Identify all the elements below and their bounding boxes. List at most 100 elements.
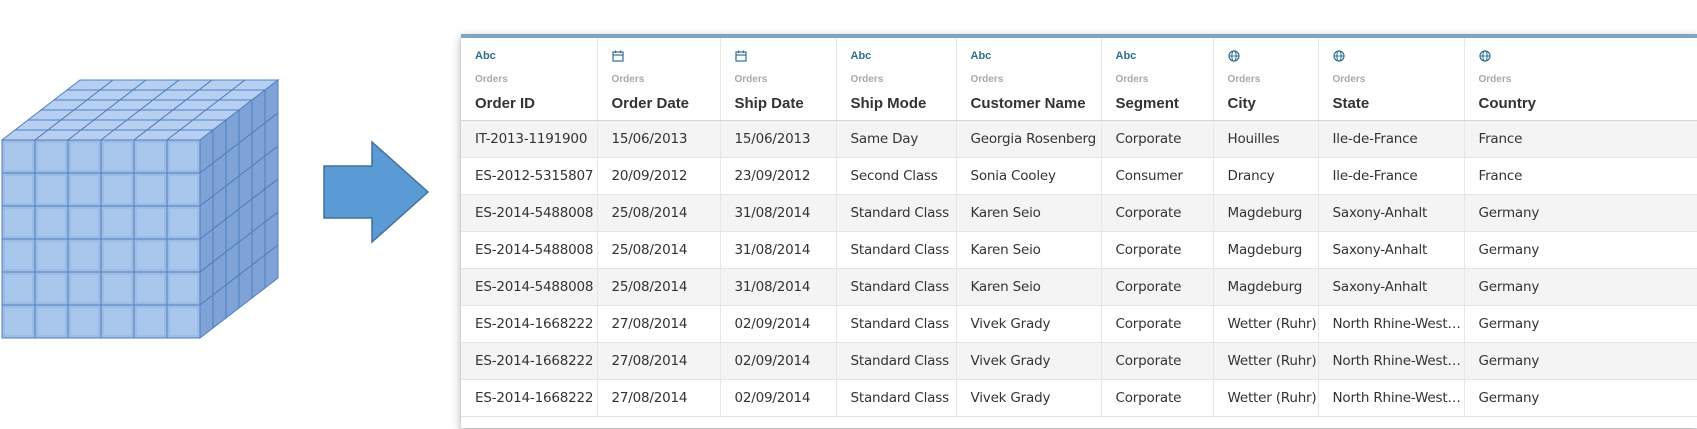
string-type-icon: Abc — [475, 50, 496, 62]
table-cell[interactable]: Standard Class — [836, 194, 957, 232]
table-cell[interactable]: Wetter (Ruhr) — [1213, 342, 1319, 380]
table-row[interactable]: ES-2014-1668222 27/08/2014 02/09/2014 Stand… — [461, 305, 1697, 343]
table-cell[interactable]: Ile-de-France — [1318, 120, 1465, 158]
column-header[interactable]: Abc Orders Customer Name — [956, 38, 1102, 121]
table-row[interactable]: ES-2014-1668222 27/08/2014 02/09/2014 Stand… — [461, 342, 1697, 380]
column-header[interactable]: Abc Orders Ship Mode — [836, 38, 957, 121]
table-cell[interactable]: Saxony-Anhalt — [1318, 268, 1465, 306]
table-cell[interactable]: Magdeburg — [1213, 231, 1319, 269]
cube-cell-highlight — [5, 143, 32, 170]
table-cell[interactable]: 02/09/2014 — [720, 379, 837, 417]
cube-cell-highlight — [137, 209, 164, 236]
table-cell[interactable]: Corporate — [1101, 379, 1214, 417]
column-header[interactable]: Abc Orders Segment — [1101, 38, 1214, 121]
table-row[interactable]: IT-2013-1191900 15/06/2013 15/06/2013 Same … — [461, 120, 1697, 158]
table-cell[interactable]: Germany — [1464, 379, 1697, 417]
table-cell[interactable]: Karen Seio — [956, 231, 1102, 269]
table-cell[interactable]: 02/09/2014 — [720, 342, 837, 380]
table-cell[interactable]: Wetter (Ruhr) — [1213, 305, 1319, 343]
table-cell[interactable]: 15/06/2013 — [720, 120, 837, 158]
table-cell[interactable]: Corporate — [1101, 194, 1214, 232]
table-cell[interactable]: Same Day — [836, 120, 957, 158]
table-cell[interactable]: Corporate — [1101, 268, 1214, 306]
table-cell[interactable]: 25/08/2014 — [597, 268, 721, 306]
table-cell[interactable]: France — [1464, 120, 1697, 158]
table-cell[interactable]: 23/09/2012 — [720, 157, 837, 195]
table-cell[interactable]: Houilles — [1213, 120, 1319, 158]
column-name: Order Date — [611, 95, 690, 112]
table-cell[interactable]: Germany — [1464, 231, 1697, 269]
table-cell[interactable]: Vivek Grady — [956, 379, 1102, 417]
cube-cell-highlight — [170, 308, 197, 335]
table-cell[interactable]: 20/09/2012 — [597, 157, 721, 195]
table-cell[interactable]: ES-2014-5488008 — [461, 268, 598, 306]
table-cell[interactable]: 27/08/2014 — [597, 305, 721, 343]
table-cell[interactable]: Germany — [1464, 305, 1697, 343]
table-cell[interactable]: ES-2014-5488008 — [461, 231, 598, 269]
table-cell[interactable]: Karen Seio — [956, 194, 1102, 232]
table-cell[interactable]: Sonia Cooley — [956, 157, 1102, 195]
table-cell[interactable]: Second Class — [836, 157, 957, 195]
table-cell[interactable]: Saxony-Anhalt — [1318, 231, 1465, 269]
table-cell[interactable]: Ile-de-France — [1318, 157, 1465, 195]
table-cell[interactable]: 27/08/2014 — [597, 342, 721, 380]
table-cell[interactable]: Standard Class — [836, 379, 957, 417]
table-cell[interactable]: Germany — [1464, 268, 1697, 306]
table-cell[interactable]: Consumer — [1101, 157, 1214, 195]
table-cell[interactable]: Standard Class — [836, 342, 957, 380]
table-cell[interactable]: Standard Class — [836, 305, 957, 343]
table-row[interactable]: ES-2014-5488008 25/08/2014 31/08/2014 Stand… — [461, 268, 1697, 306]
table-cell[interactable]: Standard Class — [836, 268, 957, 306]
table-cell[interactable]: Corporate — [1101, 342, 1214, 380]
cube-cell-highlight — [104, 143, 131, 170]
column-header[interactable]: Orders Country — [1464, 38, 1697, 121]
table-row[interactable]: ES-2014-5488008 25/08/2014 31/08/2014 Stand… — [461, 231, 1697, 269]
table-cell[interactable]: ES-2014-5488008 — [461, 194, 598, 232]
cube-cell-highlight — [71, 308, 98, 335]
table-cell[interactable]: Germany — [1464, 194, 1697, 232]
table-cell[interactable]: ES-2014-1668222 — [461, 305, 598, 343]
table-cell[interactable]: 02/09/2014 — [720, 305, 837, 343]
column-header[interactable]: Orders Ship Date — [720, 38, 837, 121]
table-cell[interactable]: Corporate — [1101, 231, 1214, 269]
table-cell[interactable]: Standard Class — [836, 231, 957, 269]
column-header[interactable]: Orders State — [1318, 38, 1465, 121]
table-row[interactable]: ES-2014-1668222 27/08/2014 02/09/2014 Stand… — [461, 379, 1697, 417]
table-cell[interactable]: 31/08/2014 — [720, 194, 837, 232]
table-cell[interactable]: Karen Seio — [956, 268, 1102, 306]
column-header[interactable]: Orders Order Date — [597, 38, 721, 121]
table-cell[interactable]: Saxony-Anhalt — [1318, 194, 1465, 232]
table-cell[interactable]: Magdeburg — [1213, 268, 1319, 306]
table-cell[interactable]: Vivek Grady — [956, 342, 1102, 380]
table-cell[interactable]: 25/08/2014 — [597, 194, 721, 232]
table-cell[interactable]: ES-2012-5315807 — [461, 157, 598, 195]
table-cell[interactable]: North Rhine-Westpha... — [1318, 342, 1465, 380]
table-cell[interactable]: France — [1464, 157, 1697, 195]
table-cell[interactable]: Drancy — [1213, 157, 1319, 195]
column-header[interactable]: Orders City — [1213, 38, 1319, 121]
cube-cell-highlight — [104, 242, 131, 269]
table-cell[interactable]: Germany — [1464, 342, 1697, 380]
table-cell[interactable]: Wetter (Ruhr) — [1213, 379, 1319, 417]
table-cell[interactable]: 25/08/2014 — [597, 231, 721, 269]
table-cell[interactable]: Georgia Rosenberg — [956, 120, 1102, 158]
cube-cell-highlight — [170, 143, 197, 170]
table-cell[interactable]: Magdeburg — [1213, 194, 1319, 232]
table-cell[interactable]: 27/08/2014 — [597, 379, 721, 417]
table-cell[interactable]: ES-2014-1668222 — [461, 342, 598, 380]
table-cell[interactable]: IT-2013-1191900 — [461, 120, 598, 158]
table-row[interactable]: ES-2014-5488008 25/08/2014 31/08/2014 Stand… — [461, 194, 1697, 232]
table-cell[interactable]: 15/06/2013 — [597, 120, 721, 158]
table-cell[interactable]: Corporate — [1101, 305, 1214, 343]
table-cell[interactable]: ES-2014-1668222 — [461, 379, 598, 417]
table-header-row: Abc Orders Order ID Orders Order Date Orders S… — [461, 38, 1697, 121]
table-cell[interactable]: North Rhine-Westpha... — [1318, 379, 1465, 417]
table-cell[interactable]: 31/08/2014 — [720, 268, 837, 306]
string-type-icon: Abc — [1115, 50, 1137, 62]
table-cell[interactable]: 31/08/2014 — [720, 231, 837, 269]
column-header[interactable]: Abc Orders Order ID — [461, 38, 598, 121]
table-row[interactable]: ES-2012-5315807 20/09/2012 23/09/2012 Secon… — [461, 157, 1697, 195]
table-cell[interactable]: North Rhine-Westpha... — [1318, 305, 1465, 343]
table-cell[interactable]: Corporate — [1101, 120, 1214, 158]
table-cell[interactable]: Vivek Grady — [956, 305, 1102, 343]
